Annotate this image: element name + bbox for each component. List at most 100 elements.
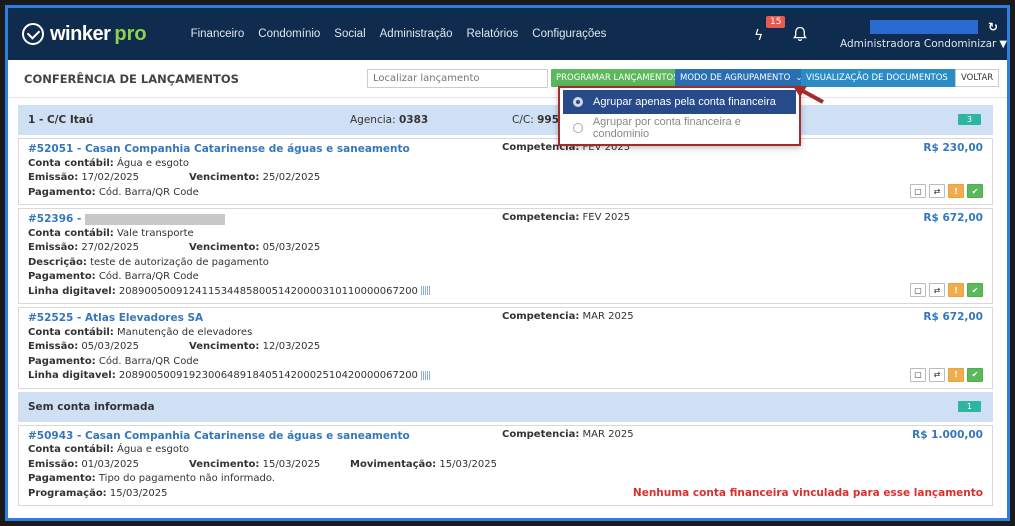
group-name: 1 - C/C Itaú [28,114,94,126]
barcode-icon[interactable] [420,286,431,295]
bolt-icon[interactable]: ϟ [754,28,763,44]
main-menu: Financeiro Condomínio Social Administraç… [191,28,621,40]
vencimento-value: 15/03/2025 [262,458,321,470]
conta-value: Vale transporte [116,227,194,239]
notification-count-badge: 15 [766,16,786,28]
logo-pro-text: pro [114,22,147,45]
amount: R$ 672,00 [923,212,983,224]
lancamento-card: #52396 - Conta contábil: Vale transporte… [18,208,993,304]
check-icon[interactable]: ✔ [967,184,983,198]
row-actions: ▢ ⇄ ! ✔ [907,367,983,382]
field-label: Conta contábil: [28,157,114,169]
field-label: Conta contábil: [28,444,114,455]
check-icon[interactable]: ✔ [967,283,983,297]
field-label: Vencimento: [189,172,260,183]
amount: R$ 230,00 [923,142,983,154]
conta-value: Manutenção de elevadores [116,326,253,338]
bell-icon[interactable] [792,26,808,42]
alert-icon[interactable]: ! [948,367,964,382]
field-label: Programação: [28,487,107,499]
alert-icon[interactable]: ! [948,184,964,198]
pagamento-value: Cód. Barra/QR Code [98,271,199,282]
search-input[interactable] [367,69,548,88]
transfer-icon[interactable]: ⇄ [929,184,945,198]
alert-icon[interactable]: ! [948,283,964,297]
visualizacao-documentos-button[interactable]: VISUALIZAÇÃO DE DOCUMENTOS⌄ [801,69,965,87]
field-label: Pagamento: [28,186,96,198]
vencimento-value: 12/03/2025 [262,341,321,352]
check-icon[interactable]: ✔ [967,367,983,382]
agencia-label: Agencia: [350,114,396,126]
transfer-icon[interactable]: ⇄ [929,367,945,382]
user-menu[interactable]: ↻ Administradora Condominizar ▼ [840,20,1007,50]
lancamento-card: #52525 - Atlas Elevadores SA Conta contá… [18,307,993,389]
field-label: Movimentação: [350,458,437,470]
top-navbar: winker pro Financeiro Condomínio Social … [8,8,1007,60]
field-label: Emissão: [28,458,79,470]
winker-logo-icon [22,23,44,45]
menu-configuracoes[interactable]: Configurações [532,28,606,40]
field-label: Linha digitavel: [28,370,116,381]
menu-relatorios[interactable]: Relatórios [467,28,519,40]
amount: R$ 1.000,00 [912,428,983,441]
group-header: 1 - C/C Itaú Agencia: 0383 C/C: 9959 3 [18,105,993,135]
field-label: Pagamento: [28,473,96,484]
menu-condominio[interactable]: Condomínio [258,28,320,40]
redacted-name [84,213,225,225]
lancamento-card: #52051 - Casan Companhia Catarinense de … [18,138,993,205]
chevron-down-icon[interactable]: ▼ [999,39,1007,50]
radio-selected-icon[interactable] [573,97,583,107]
barcode-icon[interactable] [420,370,431,380]
lancamento-title[interactable]: #52525 - Atlas Elevadores SA [28,312,203,324]
lancamento-title[interactable]: #52051 - Casan Companhia Catarinense de … [28,143,410,155]
menu-financeiro[interactable]: Financeiro [191,28,245,40]
option-label: Agrupar por conta financeira e condomini… [592,116,741,140]
programar-lancamentos-button[interactable]: PROGRAMAR LANÇAMENTOS [551,69,684,87]
field-label: Vencimento: [189,242,260,253]
voltar-label: VOLTAR [961,73,994,83]
refresh-icon[interactable]: ↻ [988,20,998,34]
dropdown-option-conta-financeira[interactable]: Agrupar apenas pela conta financeira [563,90,796,114]
logo[interactable]: winker pro [22,23,147,46]
vencimento-value: 25/02/2025 [262,172,321,183]
lancamento-title[interactable]: #52396 - [28,213,81,225]
modo-label: MODO DE AGRUPAMENTO [680,73,791,83]
movimentacao-value: 15/03/2025 [439,458,497,470]
conta-value: Água e esgoto [116,157,190,169]
field-label: Competencia: [502,311,580,322]
programar-label: PROGRAMAR LANÇAMENTOS [556,73,679,83]
programacao-value: 15/03/2025 [109,487,168,499]
emissao-value: 05/03/2025 [81,341,140,352]
menu-administracao[interactable]: Administração [380,28,453,40]
field-label: Competencia: [502,212,580,223]
document-icon[interactable]: ▢ [910,367,926,382]
option-label: Agrupar apenas pela conta financeira [593,96,776,108]
group-count-badge: 1 [957,400,981,412]
warning-message: Nenhuma conta financeira vinculada para … [632,487,983,499]
annotation-arrow-icon [793,86,824,104]
field-label: Descrição: [28,256,87,268]
pagamento-value: Tipo do pagamento não informado. [98,473,275,484]
field-label: Emissão: [28,242,79,253]
group-name: Sem conta informada [28,400,155,413]
field-label: Emissão: [28,172,79,183]
document-icon[interactable]: ▢ [910,184,926,198]
modo-agrupamento-button[interactable]: MODO DE AGRUPAMENTO ⌄ [675,69,808,87]
lancamento-title[interactable]: #50943 - Casan Companhia Catarinense de … [28,430,410,442]
amount: R$ 672,00 [923,311,983,323]
page-title: CONFERÊNCIA DE LANÇAMENTOS [24,71,239,86]
emissao-value: 01/03/2025 [81,458,140,470]
page-toolbar: CONFERÊNCIA DE LANÇAMENTOS PROGRAMAR LAN… [8,60,1007,98]
dropdown-option-conta-condominio[interactable]: Agrupar por conta financeira e condomini… [563,116,796,140]
conta-value: Água e esgoto [116,444,190,455]
field-label: Conta contábil: [28,326,114,338]
transfer-icon[interactable]: ⇄ [929,283,945,297]
voltar-button[interactable]: VOLTAR [955,69,1000,87]
radio-unselected-icon[interactable] [573,123,583,133]
app-window: winker pro Financeiro Condomínio Social … [5,5,1010,521]
group-count-badge: 3 [957,114,981,125]
document-icon[interactable]: ▢ [910,283,926,297]
menu-social[interactable]: Social [334,28,365,40]
competencia-value: FEV 2025 [582,212,631,223]
field-label: Linha digitavel: [28,285,116,297]
